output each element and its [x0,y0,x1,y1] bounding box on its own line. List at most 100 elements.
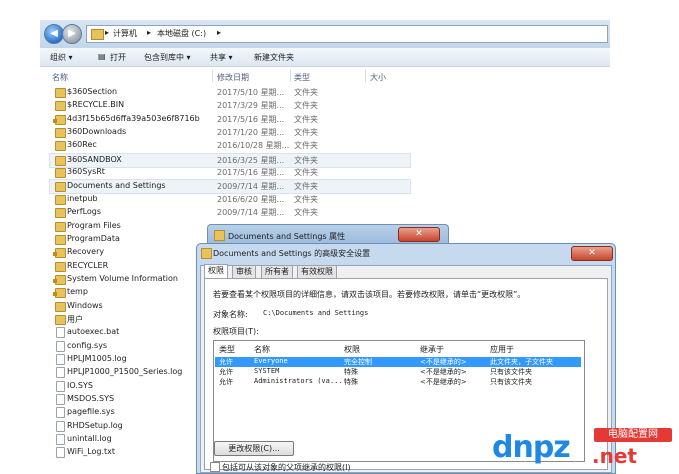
file-name: WiFi_Log.txt [67,447,116,457]
file-list-item[interactable]: inetpub 2016/6/20 星期... 文件夹 [50,193,410,206]
tab-effective-permissions[interactable]: 有效权限 [297,265,337,278]
file-name: HPLJP1000_P1500_Series.log [67,367,183,377]
advanced-dialog-title: Documents and Settings 的高级安全设置 [213,249,371,258]
tab-permissions[interactable]: 权限 [204,264,228,278]
path-segment-computer[interactable]: 计算机 [113,28,137,39]
file-name: 360Rec [67,140,97,150]
column-header-type[interactable]: 类型 [294,72,310,83]
folder-icon [55,182,66,193]
file-type: 文件夹 [294,208,318,218]
column-divider[interactable] [365,70,366,82]
folder-icon [214,230,225,241]
tab-owner[interactable]: 所有者 [261,265,293,278]
folder-icon [53,248,66,259]
file-date: 2017/5/16 星期... [217,114,285,124]
permission-cell-name: Administrators (va... [254,377,343,385]
permission-cell-apply: 只有该文件夹 [490,378,532,386]
share-button[interactable]: 共享 ▾ [210,52,233,63]
table-header-inherited[interactable]: 继承于 [420,344,444,355]
file-list-item[interactable]: 360Rec 2016/10/28 星期... 文件夹 [50,139,410,152]
file-name: System Volume Information [67,273,178,283]
table-header-permission[interactable]: 权限 [344,344,360,355]
file-name: RHDSetup.log [67,420,123,430]
address-field[interactable]: ▸ 计算机 ▸ 本地磁盘 (C:) ▸ [86,25,608,43]
table-header-type[interactable]: 类型 [219,344,235,355]
file-name: $360Section [67,87,118,96]
folder-icon [55,301,66,312]
folder-icon [55,208,66,219]
properties-close-button[interactable]: ✕ [398,227,440,242]
tab-auditing[interactable]: 审核 [232,265,256,278]
file-type: 文件夹 [294,128,318,138]
file-date: 2016/10/28 星期... [217,141,290,151]
permission-cell-perm: 特殊 [344,378,358,386]
column-header-date[interactable]: 修改日期 [217,72,249,83]
file-type: 文件夹 [294,141,318,151]
file-icon [56,394,65,406]
file-icon [56,367,65,379]
file-type: 文件夹 [294,168,318,178]
permission-entry-row[interactable]: 允许 Administrators (va... 特殊 <不是继承的> 只有该文件夹 [215,377,581,387]
permission-cell-type: 允许 [219,368,233,376]
new-folder-button[interactable]: 新建文件夹 [254,52,294,63]
open-button[interactable]: 打开 [110,52,126,63]
address-bar: ◀ ▶ ▸ 计算机 ▸ 本地磁盘 (C:) ▸ [40,20,610,49]
file-name: unintall.log [67,434,112,444]
folder-icon [55,194,66,205]
include-in-library-button[interactable]: 包含到库中 ▾ [144,52,191,63]
folder-icon [55,314,66,325]
file-list-item[interactable]: $RECYCLE.BIN 2017/3/29 星期... 文件夹 [50,99,410,112]
back-button[interactable]: ◀ [44,24,64,44]
forward-button[interactable]: ▶ [62,24,82,44]
file-name: MSDOS.SYS [67,394,115,404]
entries-label: 权限项目(T): [213,327,259,336]
column-divider[interactable] [290,70,291,82]
file-type: 文件夹 [294,88,318,97]
file-icon [56,380,65,392]
logo-domain: .net [592,444,637,468]
inherit-checkbox-label: 包括可从该对象的父项继承的权限(I) [222,463,351,472]
file-name: pagefile.sys [67,407,115,417]
folder-icon [55,88,66,98]
object-name-value: C:\Documents and Settings [263,309,369,317]
file-date: 2009/7/14 星期... [217,182,285,192]
organize-button[interactable]: 组织 ▾ [50,52,73,63]
inherit-checkbox[interactable] [210,462,220,472]
file-list-item[interactable]: 4d3f15b65d6ffa39a503e6f8716b 2017/5/16 星期… [50,113,410,126]
file-list-item[interactable]: PerfLogs 2009/7/14 星期... 文件夹 [50,206,410,219]
file-name: config.sys [67,340,108,350]
file-name: Windows [67,300,103,310]
permission-entry-row[interactable]: 允许 Everyone 完全控制 <不是继承的> 此文件夹，子文件夹 [215,357,581,367]
file-name: Program Files [67,220,121,230]
file-icon [56,340,65,352]
instructions-text: 若要查看某个权限项目的详细信息，请双击该项目。若要修改权限，请单击“更改权限”。 [213,290,526,299]
table-header-name[interactable]: 名称 [254,344,270,355]
file-date: 2016/3/25 星期... [217,155,285,165]
folder-icon [55,155,66,166]
column-header-name[interactable]: 名称 [52,72,68,83]
path-segment-drive[interactable]: 本地磁盘 (C:) [157,28,206,39]
file-list-item[interactable]: 360SysRt 2017/5/16 星期... 文件夹 [50,166,410,179]
file-date: 2016/6/20 星期... [217,194,285,204]
permission-cell-inherit: <不是继承的> [420,368,467,376]
folder-icon [55,101,66,112]
file-name: RECYCLER [67,260,109,270]
change-permissions-button[interactable]: 更改权限(C)... [214,441,294,456]
file-list-item[interactable]: 360Downloads 2017/1/20 星期... 文件夹 [50,126,410,139]
permission-entry-row[interactable]: 允许 SYSTEM 特殊 <不是继承的> 只有该文件夹 [215,367,581,377]
path-sep-icon: ▸ [105,28,110,37]
column-divider[interactable] [212,70,213,82]
file-icon [56,434,65,446]
column-header-size[interactable]: 大小 [370,72,386,83]
file-type: 文件夹 [294,182,318,192]
file-icon [56,447,65,459]
advanced-close-button[interactable]: ✕ [571,246,613,261]
file-list-item[interactable]: $360Section 2017/5/10 星期... 文件夹 [50,86,410,99]
permission-cell-perm: 特殊 [344,368,358,376]
file-date: 2017/3/29 星期... [217,101,285,111]
folder-icon [53,288,66,299]
table-header-apply-to[interactable]: 应用于 [490,344,514,355]
logo-text: dnpz [492,430,571,465]
path-sep-icon: ▸ [147,28,152,37]
file-name: $RECYCLE.BIN [67,100,125,110]
